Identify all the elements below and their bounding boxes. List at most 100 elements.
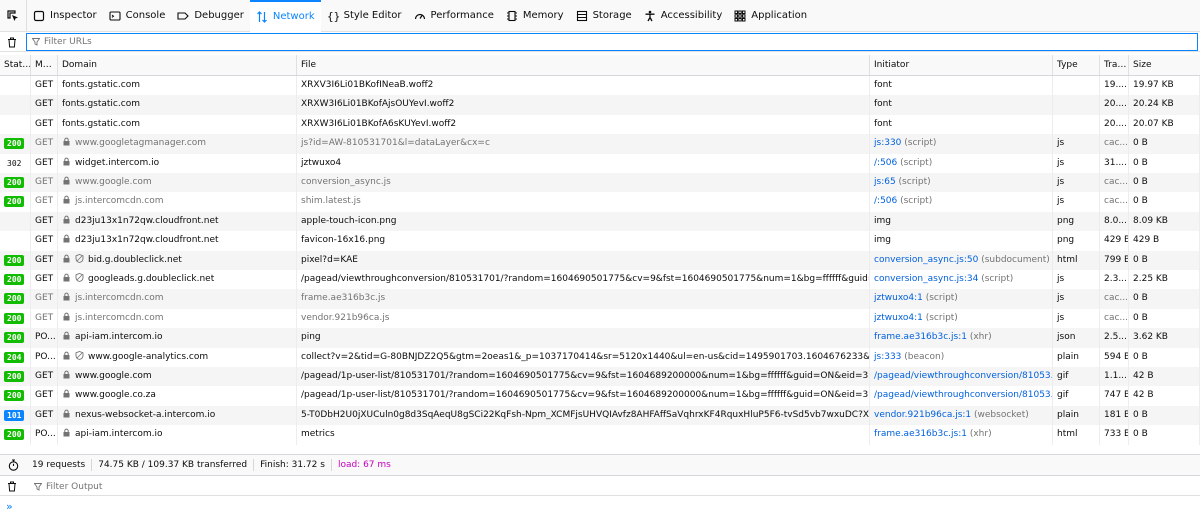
table-row[interactable]: 302 GET widget.intercom.io jztwuxo4 /:506 (s…: [0, 153, 1200, 173]
tab-application[interactable]: Application: [728, 0, 813, 32]
transferred-text: 733 B: [1104, 429, 1129, 440]
initiator-link[interactable]: /pagead/viewthroughconversion/81053...: [874, 371, 1052, 381]
initiator-link[interactable]: /:506: [874, 158, 897, 168]
cell-domain: fonts.gstatic.com: [58, 95, 297, 115]
cell-status: 200: [0, 192, 31, 212]
type-text: html: [1057, 254, 1078, 265]
column-header-domain[interactable]: Domain: [58, 55, 297, 75]
initiator-link[interactable]: conversion_async.js:50: [874, 255, 978, 265]
table-row[interactable]: 200 GET googleads.g.doubleclick.net/pagead…: [0, 270, 1200, 290]
column-header-size[interactable]: Size: [1129, 55, 1200, 75]
table-row[interactable]: 204 PO... www.google-analytics.com collect?…: [0, 347, 1200, 367]
cell-transferred: 429 B: [1100, 231, 1129, 251]
cell-type: js: [1053, 153, 1100, 173]
cell-transferred: cac...: [1100, 192, 1129, 212]
initiator-link[interactable]: js:330: [874, 138, 901, 148]
performance-analysis-button[interactable]: [0, 459, 26, 471]
file-text: /pagead/1p-user-list/810531701/?random=1…: [301, 371, 870, 381]
table-row[interactable]: 200 GET js.intercomcdn.com frame.ae316b3c.j…: [0, 289, 1200, 309]
initiator-link[interactable]: js:65: [874, 177, 896, 187]
filter-output-field[interactable]: Filter Output: [34, 482, 102, 492]
filter-urls-input[interactable]: [44, 37, 644, 47]
table-row[interactable]: 200 GET js.intercomcdn.com vendor.921b96ca.…: [0, 308, 1200, 329]
tab-console[interactable]: Console: [103, 0, 172, 32]
size-text: 0 B: [1133, 409, 1148, 420]
table-row[interactable]: 200 GET www.googletagmanager.com js?id=AW-8…: [0, 134, 1200, 154]
method-text: GET: [35, 215, 54, 226]
cell-file: /pagead/viewthroughconversion/810531701/…: [297, 270, 870, 290]
console-prompt[interactable]: »: [6, 500, 13, 513]
table-row[interactable]: GET d23ju13x1n72qw.cloudfront.net apple-to…: [0, 211, 1200, 232]
table-row[interactable]: 200 GET www.google.com/pagead/1p-user-list…: [0, 367, 1200, 387]
cell-size: 429 B: [1129, 231, 1200, 251]
table-header: Stat… M… Domain File Initiator Type Tra……: [0, 55, 1200, 76]
tab-storage[interactable]: Storage: [570, 0, 638, 32]
column-header-type[interactable]: Type: [1053, 55, 1100, 75]
table-row[interactable]: 200 GET js.intercomcdn.com shim.latest.js /:…: [0, 192, 1200, 212]
column-header-file[interactable]: File: [297, 55, 870, 75]
column-header-status[interactable]: Stat…: [0, 55, 31, 75]
clear-requests-button[interactable]: [0, 33, 24, 52]
type-text: js: [1057, 157, 1065, 168]
type-text: plain: [1057, 409, 1079, 420]
filter-icon: [34, 482, 42, 491]
table-row[interactable]: 200 GET www.google.com conversion_async.js j…: [0, 173, 1200, 193]
file-text: collect?v=2&tid=G-80BNJDZ2Q5&gtm=2oeas1&…: [301, 351, 870, 362]
initiator-link[interactable]: jztwuxo4:1: [874, 293, 923, 303]
transferred-text: 429 B: [1104, 235, 1129, 246]
method-text: GET: [35, 138, 54, 149]
tab-accessibility[interactable]: Accessibility: [638, 0, 729, 32]
cell-type: [1053, 114, 1100, 135]
tab-performance[interactable]: Performance: [408, 0, 500, 32]
column-header-transferred[interactable]: Tra…: [1100, 55, 1129, 75]
status-badge: 200: [4, 371, 25, 382]
domain-text: d23ju13x1n72qw.cloudfront.net: [75, 215, 219, 226]
element-picker-button[interactable]: [0, 0, 27, 32]
initiator-link[interactable]: conversion_async.js:34: [874, 274, 978, 284]
tab-style-editor[interactable]: {} Style Editor: [321, 0, 408, 32]
initiator-link[interactable]: /pagead/viewthroughconversion/81053...: [874, 390, 1052, 400]
column-header-initiator[interactable]: Initiator: [870, 55, 1053, 75]
cell-initiator: jztwuxo4:1 (script): [870, 308, 1053, 329]
type-text: js: [1057, 293, 1065, 304]
table-row[interactable]: GET fonts.gstatic.com XRXW3I6Li01BKofAjsOU…: [0, 95, 1200, 115]
table-row[interactable]: GET fonts.gstatic.com XRXV3I6Li01BKofINeaB…: [0, 76, 1200, 96]
tab-memory[interactable]: Memory: [500, 0, 570, 32]
initiator-link[interactable]: vendor.921b96ca.js:1: [874, 410, 971, 420]
initiator-link[interactable]: frame.ae316b3c.js:1: [874, 332, 967, 342]
cell-type: js: [1053, 308, 1100, 329]
table-row[interactable]: GET d23ju13x1n72qw.cloudfront.net favicon-…: [0, 231, 1200, 251]
size-text: 0 B: [1133, 293, 1148, 304]
file-text: shim.latest.js: [301, 196, 361, 207]
table-row[interactable]: 200 GET bid.g.doubleclick.net pixel?d=KAE co…: [0, 250, 1200, 270]
table-row[interactable]: 200 PO... api-iam.intercom.io metrics frame.…: [0, 425, 1200, 445]
table-row[interactable]: GET fonts.gstatic.com XRXW3I6Li01BKofA6sKU…: [0, 114, 1200, 135]
tab-inspector[interactable]: Inspector: [27, 0, 103, 32]
table-row[interactable]: 101 GET nexus-websocket-a.intercom.io 5-T0D…: [0, 405, 1200, 426]
status-badge: 200: [4, 429, 25, 441]
cell-initiator: js:333 (beacon): [870, 347, 1053, 367]
cell-transferred: 733 B: [1100, 425, 1129, 445]
type-text: gif: [1057, 390, 1069, 401]
status-badge: 200: [4, 196, 25, 208]
status-badge: 200: [4, 293, 25, 305]
type-text: png: [1057, 235, 1075, 246]
table-row[interactable]: 200 PO... api-iam.intercom.io ping frame.ae3…: [0, 328, 1200, 348]
tab-debugger[interactable]: Debugger: [171, 0, 250, 32]
console-filter-bar: Filter Output: [0, 478, 1200, 496]
initiator-link[interactable]: jztwuxo4:1: [874, 313, 923, 323]
column-header-method[interactable]: M…: [31, 55, 58, 75]
cell-method: GET: [31, 95, 58, 115]
filter-urls-field[interactable]: [26, 33, 1198, 51]
status-badge: 101: [4, 409, 25, 421]
initiator-link[interactable]: js:333: [874, 352, 901, 362]
tab-network[interactable]: Network: [249, 0, 321, 32]
initiator-link[interactable]: /:506: [874, 196, 897, 206]
table-row[interactable]: 200 GET www.google.co.za/pagead/1p-user-li…: [0, 386, 1200, 406]
size-text: 0 B: [1133, 351, 1148, 362]
method-text: GET: [35, 196, 54, 207]
clear-console-button[interactable]: [0, 477, 24, 496]
element-picker-icon: [7, 9, 18, 21]
initiator-link[interactable]: frame.ae316b3c.js:1: [874, 429, 967, 439]
cell-type: html: [1053, 425, 1100, 445]
